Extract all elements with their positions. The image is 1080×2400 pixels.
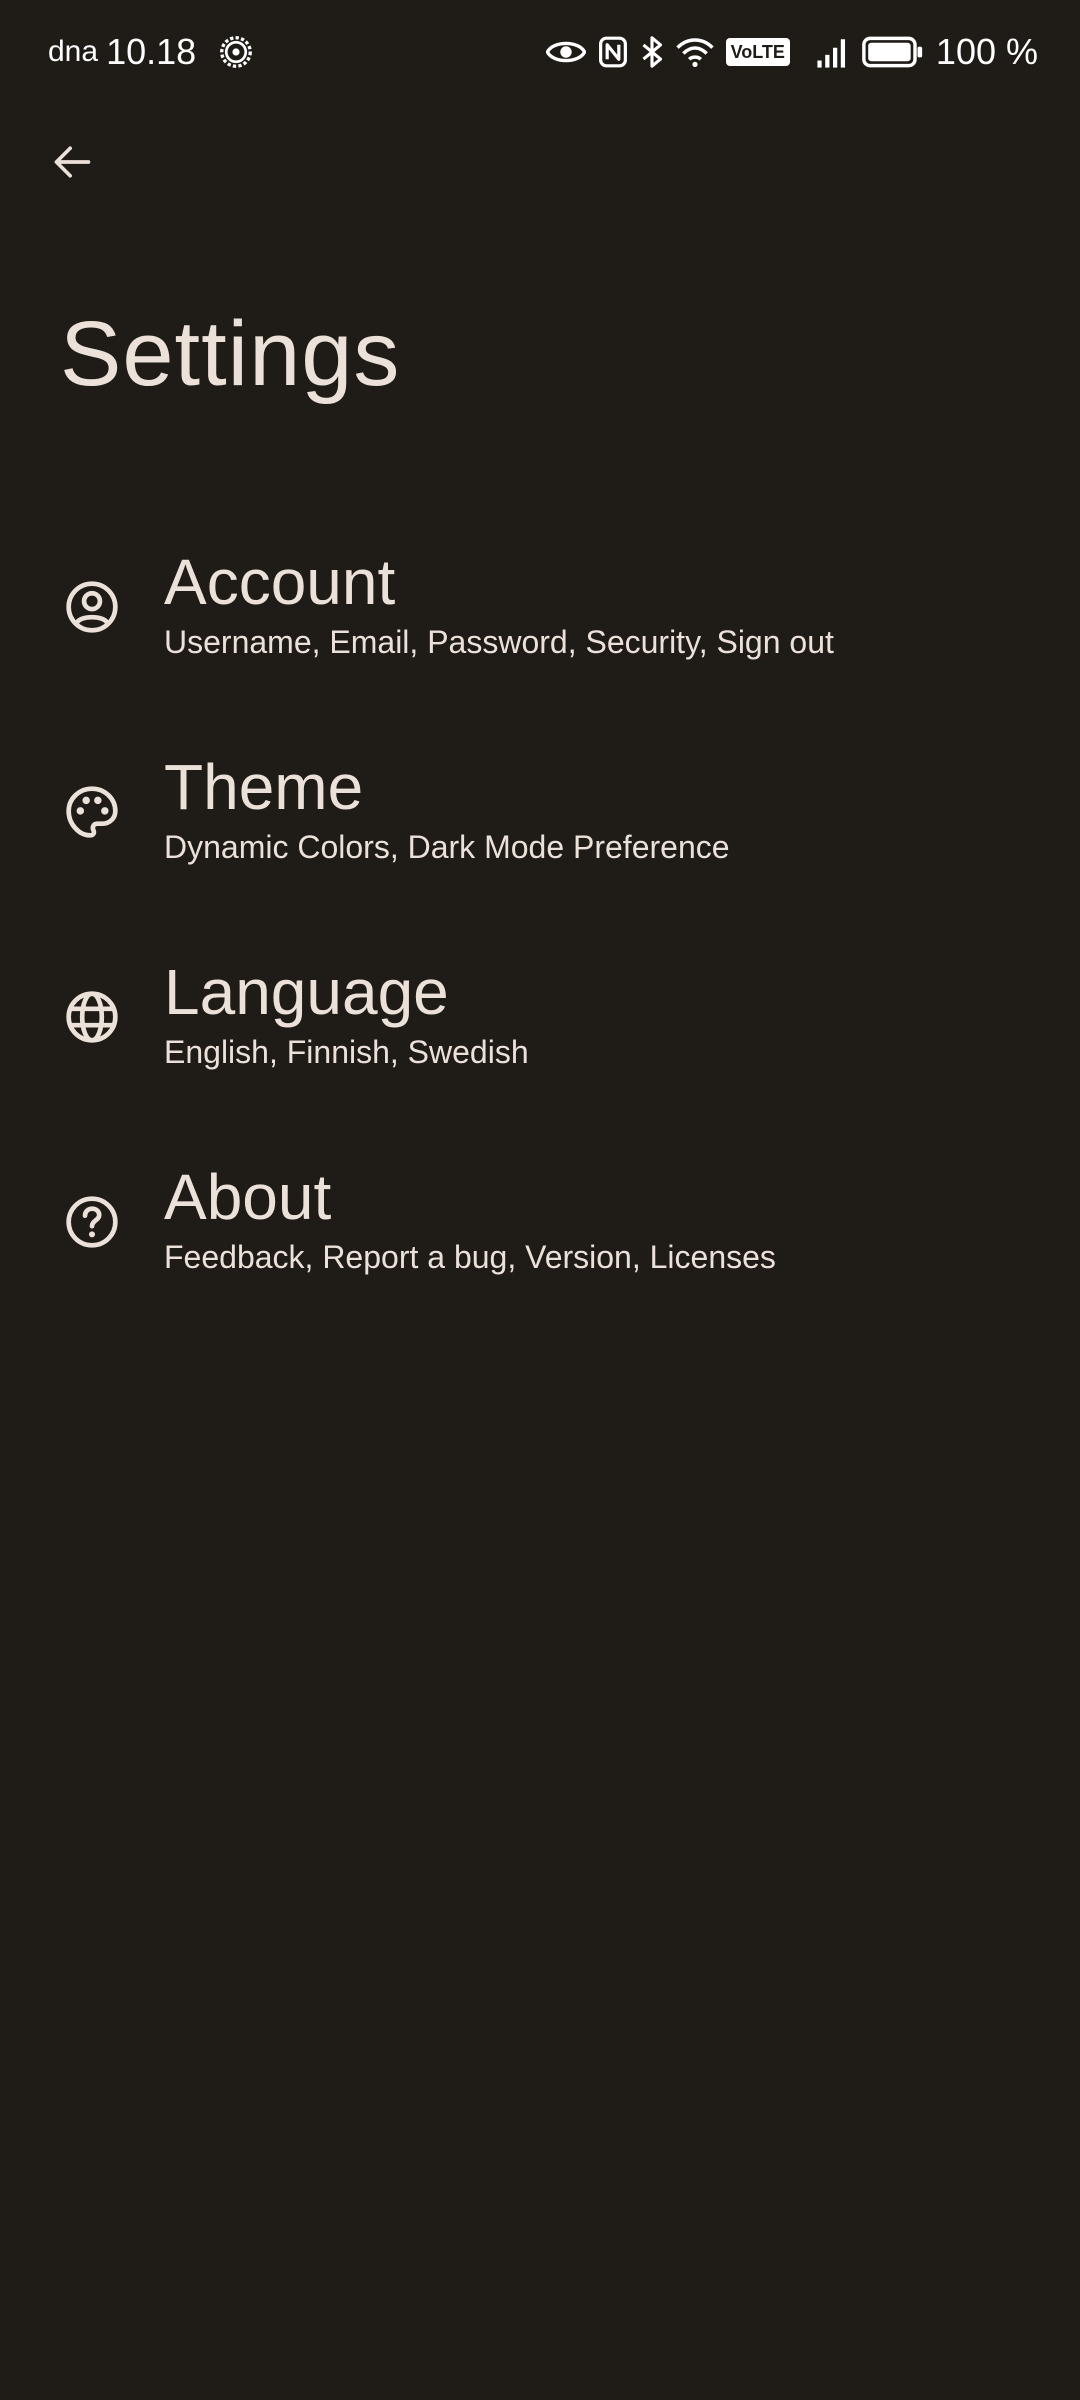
volte-icon: VoLTE [725, 38, 790, 66]
settings-item-account[interactable]: Account Username, Email, Password, Secur… [0, 502, 1080, 707]
settings-item-subtitle: Username, Email, Password, Security, Sig… [164, 623, 834, 660]
settings-item-title: About [164, 1160, 332, 1233]
settings-item-subtitle: Dynamic Colors, Dark Mode Preference [164, 828, 730, 865]
help-circle-icon [60, 1190, 124, 1254]
settings-item-text: About Feedback, Report a bug, Version, L… [164, 1161, 776, 1279]
settings-item-text: Language English, Finnish, Swedish [164, 956, 529, 1074]
settings-gear-icon [218, 34, 254, 70]
settings-item-title: Language [164, 955, 449, 1028]
settings-item-title: Theme [164, 750, 364, 823]
status-bar-right: VoLTE 100 % [534, 31, 1038, 73]
nfc-icon [598, 36, 628, 68]
settings-item-about[interactable]: About Feedback, Report a bug, Version, L… [0, 1117, 1080, 1322]
settings-item-title: Account [164, 545, 396, 618]
signal-icon [816, 36, 850, 68]
back-button[interactable] [36, 128, 108, 200]
arrow-left-icon [50, 140, 94, 189]
eye-icon [545, 37, 586, 67]
carrier-name: dna [48, 35, 99, 68]
settings-item-subtitle: English, Finnish, Swedish [164, 1033, 529, 1070]
settings-item-text: Account Username, Email, Password, Secur… [164, 546, 834, 664]
globe-icon [60, 985, 124, 1049]
settings-item-language[interactable]: Language English, Finnish, Swedish [0, 912, 1080, 1117]
settings-list: Account Username, Email, Password, Secur… [0, 502, 1080, 1322]
status-bar: dna 10.18 VoLTE 100 % [0, 0, 1080, 104]
page-title: Settings [60, 303, 401, 405]
bluetooth-icon [640, 35, 664, 69]
battery-icon [862, 36, 924, 68]
settings-item-theme[interactable]: Theme Dynamic Colors, Dark Mode Preferen… [0, 707, 1080, 912]
settings-screen: dna 10.18 VoLTE 100 % Settings Account U… [0, 0, 1080, 2400]
palette-icon [60, 780, 124, 844]
wifi-icon [675, 36, 714, 68]
status-clock: 10.18 [106, 31, 197, 72]
settings-item-subtitle: Feedback, Report a bug, Version, License… [164, 1238, 776, 1275]
status-bar-left: dna 10.18 [48, 31, 254, 73]
settings-item-text: Theme Dynamic Colors, Dark Mode Preferen… [164, 751, 730, 869]
account-circle-icon [60, 575, 124, 639]
battery-percentage: 100 % [935, 31, 1038, 72]
